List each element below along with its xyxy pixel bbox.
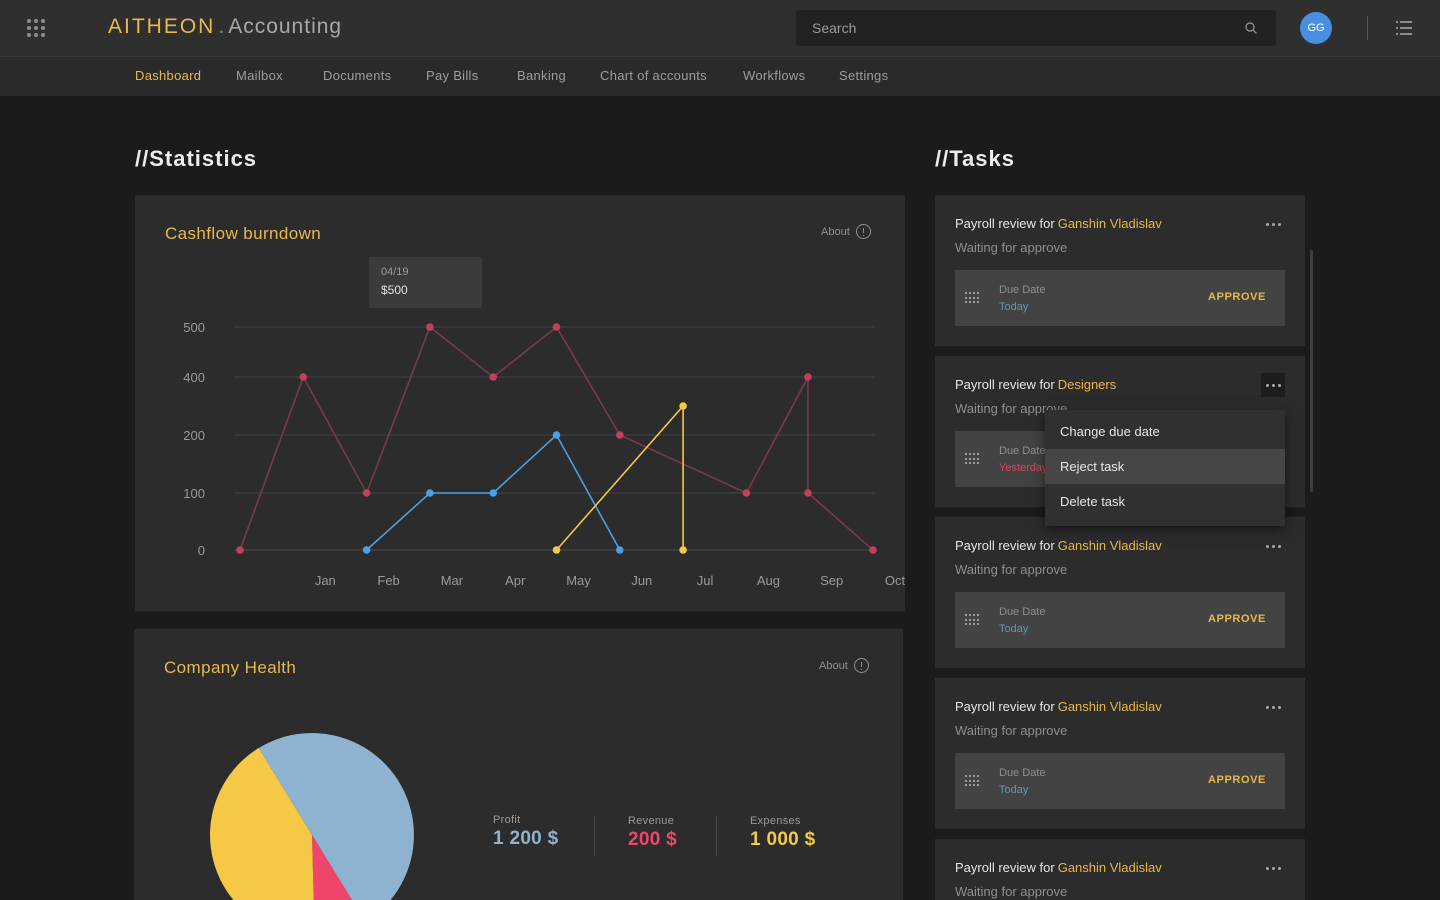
task-title-text: Payroll review for (955, 538, 1055, 553)
task-status: Waiting for approve (955, 884, 1068, 899)
task-title: Payroll review for Ganshin Vladislav (955, 538, 1162, 553)
due-date-value: Today (999, 301, 1029, 313)
due-date-label: Due Date (999, 606, 1046, 618)
stat-expenses-label: Expenses (750, 815, 801, 827)
task-card: Payroll review for Ganshin Vladislav Wait… (935, 195, 1305, 346)
stat-divider (594, 816, 595, 856)
stat-revenue: Revenue 200 $ (628, 815, 677, 851)
due-date-value: Yesterday (999, 462, 1048, 474)
task-title-text: Payroll review for (955, 699, 1055, 714)
due-date-value: Today (999, 784, 1029, 796)
stat-expenses: Expenses 1 000 $ (750, 815, 816, 851)
stat-profit-value: 1 200 $ (493, 828, 559, 849)
task-card: Payroll review for Ganshin Vladislav Wait… (935, 678, 1305, 829)
task-context-menu: Change due date Reject task Delete task (1045, 410, 1285, 526)
task-assignee[interactable]: Ganshin Vladislav (1058, 538, 1162, 553)
task-assignee[interactable]: Ganshin Vladislav (1058, 699, 1162, 714)
task-status: Waiting for approve (955, 240, 1068, 255)
task-title: Payroll review for Designers (955, 377, 1116, 392)
due-date-value: Today (999, 623, 1029, 635)
menu-item-change-due-date[interactable]: Change due date (1045, 414, 1285, 449)
due-date-label: Due Date (999, 445, 1046, 457)
due-date-label: Due Date (999, 284, 1046, 296)
drag-handle-icon[interactable] (965, 453, 979, 465)
task-assignee[interactable]: Ganshin Vladislav (1058, 216, 1162, 231)
due-date-label: Due Date (999, 767, 1046, 779)
stat-expenses-value: 1 000 $ (750, 829, 816, 850)
drag-handle-icon[interactable] (965, 292, 979, 304)
task-title: Payroll review for Ganshin Vladislav (955, 216, 1162, 231)
approve-button[interactable]: APPROVE (1208, 613, 1266, 625)
menu-item-reject-task[interactable]: Reject task (1045, 449, 1285, 484)
task-status: Waiting for approve (955, 723, 1068, 738)
task-title-text: Payroll review for (955, 860, 1055, 875)
task-assignee[interactable]: Designers (1058, 377, 1117, 392)
more-options-icon[interactable] (1261, 534, 1285, 558)
menu-item-delete-task[interactable]: Delete task (1045, 484, 1285, 519)
task-assignee[interactable]: Ganshin Vladislav (1058, 860, 1162, 875)
drag-handle-icon[interactable] (965, 775, 979, 787)
more-options-icon[interactable] (1261, 856, 1285, 880)
approve-button[interactable]: APPROVE (1208, 774, 1266, 786)
stat-revenue-value: 200 $ (628, 829, 678, 850)
task-status: Waiting for approve (955, 562, 1068, 577)
more-options-icon[interactable] (1261, 373, 1285, 397)
task-title-text: Payroll review for (955, 377, 1055, 392)
due-date-box: Due Date Today APPROVE (955, 592, 1285, 648)
task-title-text: Payroll review for (955, 216, 1055, 231)
due-date-box: Due Date Today APPROVE (955, 753, 1285, 809)
task-card: Payroll review for Ganshin Vladislav Wait… (935, 839, 1305, 900)
task-title: Payroll review for Ganshin Vladislav (955, 860, 1162, 875)
due-date-box: Due Date Today APPROVE (955, 270, 1285, 326)
stat-divider (716, 816, 717, 856)
task-card: Payroll review for Ganshin Vladislav Wait… (935, 517, 1305, 668)
drag-handle-icon[interactable] (965, 614, 979, 626)
stat-profit-label: Profit (493, 814, 521, 826)
tasks-scrollbar[interactable] (1310, 250, 1313, 492)
stat-revenue-label: Revenue (628, 815, 675, 827)
approve-button[interactable]: APPROVE (1208, 291, 1266, 303)
more-options-icon[interactable] (1261, 212, 1285, 236)
more-options-icon[interactable] (1261, 695, 1285, 719)
stat-profit: Profit 1 200 $ (493, 814, 559, 850)
task-title: Payroll review for Ganshin Vladislav (955, 699, 1162, 714)
